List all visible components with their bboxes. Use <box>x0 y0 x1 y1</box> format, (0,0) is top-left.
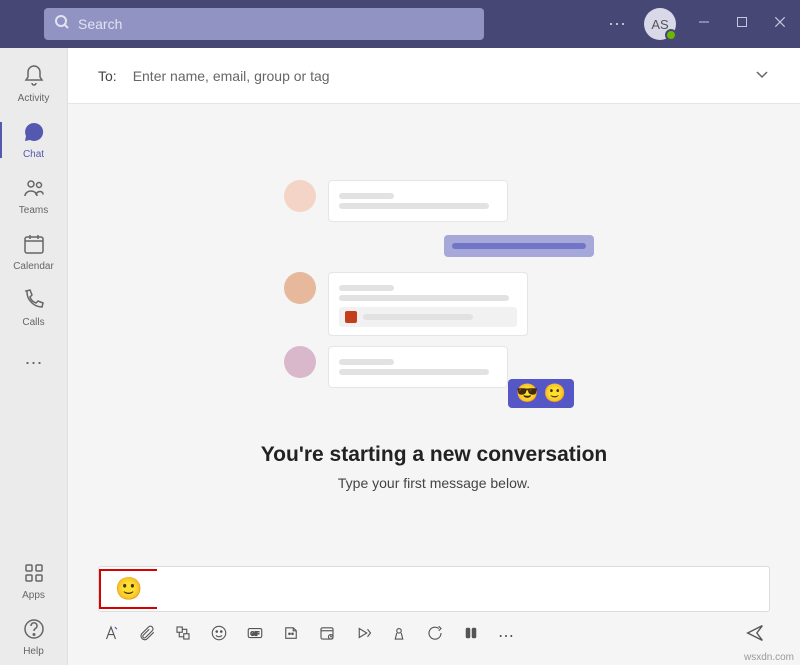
history-nav <box>10 15 24 33</box>
compose-area: 🙂 GIF ⋯ <box>68 566 800 665</box>
profile-avatar[interactable]: AS <box>644 8 676 40</box>
sidebar-item-label: Help <box>23 646 44 657</box>
sidebar-item-label: Activity <box>18 93 50 104</box>
sidebar-item-label: Chat <box>23 149 44 160</box>
more-options-button[interactable]: ⋯ <box>608 14 626 35</box>
praise-icon[interactable] <box>390 624 408 647</box>
more-actions-icon[interactable]: ⋯ <box>498 626 514 646</box>
sidebar-item-more[interactable]: ⋯ <box>0 336 68 392</box>
sidebar-item-label: Teams <box>19 205 48 216</box>
sidebar-item-teams[interactable]: Teams <box>0 168 68 224</box>
illustration-avatar <box>284 180 316 212</box>
watermark: wsxdn.com <box>744 652 794 663</box>
sidebar-item-chat[interactable]: Chat <box>0 112 68 168</box>
search-input[interactable] <box>78 16 474 32</box>
emoji-highlight: 🙂 <box>99 569 157 609</box>
illustration-emoji-bubble: 😎 🙂 <box>508 379 574 408</box>
apps-icon <box>22 561 46 588</box>
app-sidebar: Activity Chat Teams Calendar Calls ⋯ App… <box>0 48 68 665</box>
more-icon: ⋯ <box>25 353 43 374</box>
bell-icon <box>22 64 46 91</box>
gif-icon[interactable]: GIF <box>246 624 264 647</box>
main-area: To: <box>68 48 800 665</box>
sidebar-item-label: Calendar <box>13 261 54 272</box>
phone-icon <box>22 288 46 315</box>
empty-state-subline: Type your first message below. <box>338 475 530 491</box>
sidebar-item-help[interactable]: Help <box>0 609 68 665</box>
search-icon <box>54 14 70 35</box>
chevron-down-icon[interactable] <box>754 66 770 85</box>
minimize-button[interactable] <box>694 15 714 33</box>
conversation-illustration: 😎 🙂 <box>284 180 584 398</box>
sidebar-item-calendar[interactable]: Calendar <box>0 224 68 280</box>
to-label: To: <box>98 68 117 84</box>
sidebar-item-activity[interactable]: Activity <box>0 56 68 112</box>
loop-icon[interactable] <box>174 624 192 647</box>
approvals-icon[interactable] <box>426 624 444 647</box>
format-icon[interactable] <box>102 624 120 647</box>
compose-header: To: <box>68 48 800 104</box>
svg-text:GIF: GIF <box>251 631 260 637</box>
schedule-icon[interactable] <box>318 624 336 647</box>
illustration-avatar <box>284 346 316 378</box>
illustration-avatar <box>284 272 316 304</box>
empty-state-headline: You're starting a new conversation <box>261 443 608 467</box>
viva-icon[interactable] <box>462 624 480 647</box>
emoji-icon[interactable] <box>210 624 228 647</box>
sticker-icon[interactable] <box>282 624 300 647</box>
search-box[interactable] <box>44 8 484 40</box>
sidebar-item-label: Apps <box>22 590 45 601</box>
compose-toolbar: GIF ⋯ <box>98 612 770 649</box>
recipients-input[interactable] <box>133 68 754 84</box>
sidebar-item-label: Calls <box>22 317 44 328</box>
teams-icon <box>22 176 46 203</box>
maximize-button[interactable] <box>732 15 752 33</box>
smile-emoji: 🙂 <box>115 576 142 602</box>
message-input[interactable]: 🙂 <box>98 566 770 612</box>
attach-icon[interactable] <box>138 624 156 647</box>
title-bar: ⋯ AS <box>0 0 800 48</box>
help-icon <box>22 617 46 644</box>
calendar-icon <box>22 232 46 259</box>
sidebar-item-apps[interactable]: Apps <box>0 553 68 609</box>
empty-state: 😎 🙂 You're starting a new conversation T… <box>68 104 800 566</box>
illustration-reply <box>444 235 594 257</box>
stream-icon[interactable] <box>354 624 372 647</box>
sidebar-item-calls[interactable]: Calls <box>0 280 68 336</box>
send-button[interactable] <box>744 622 766 649</box>
presence-indicator <box>665 29 677 41</box>
chat-icon <box>22 120 46 147</box>
avatar-initials: AS <box>651 17 668 32</box>
close-button[interactable] <box>770 15 790 34</box>
